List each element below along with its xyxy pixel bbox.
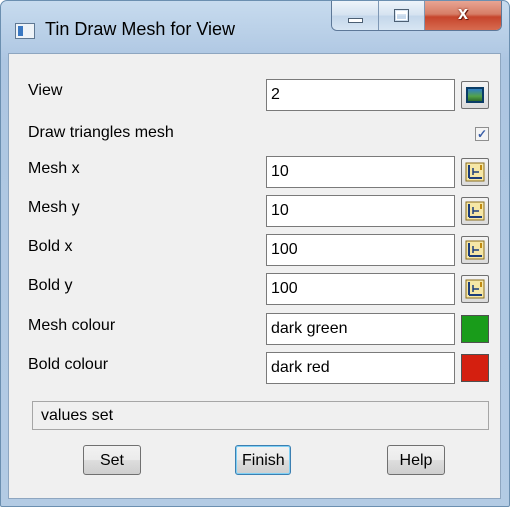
bold-x-label: Bold x (28, 238, 73, 255)
value-picker-icon (465, 162, 485, 182)
bold-y-label: Bold y (28, 277, 73, 294)
bold-x-picker-button[interactable] (461, 236, 489, 264)
mesh-x-picker-button[interactable] (461, 158, 489, 186)
caption-buttons: x (331, 1, 502, 31)
bold-y-input[interactable]: 100 (266, 273, 455, 305)
value-picker-icon (465, 201, 485, 221)
mesh-colour-input[interactable]: dark green (266, 313, 455, 345)
mesh-x-input[interactable]: 10 (266, 156, 455, 188)
draw-triangles-checkbox[interactable]: ✓ (475, 127, 489, 141)
minimize-icon (348, 18, 363, 23)
bold-colour-swatch-button[interactable] (461, 354, 489, 382)
window-title: Tin Draw Mesh for View (45, 19, 236, 39)
value-picker-icon (465, 279, 485, 299)
mesh-y-label: Mesh y (28, 199, 80, 216)
value-picker-icon (465, 240, 485, 260)
set-button[interactable]: Set (83, 445, 141, 475)
view-picker-icon (466, 87, 484, 103)
bold-y-picker-button[interactable] (461, 275, 489, 303)
status-bar: values set (32, 401, 489, 430)
view-picker-button[interactable] (461, 81, 489, 109)
mesh-y-input[interactable]: 10 (266, 195, 455, 227)
close-button[interactable]: x (425, 1, 501, 30)
mesh-y-picker-button[interactable] (461, 197, 489, 225)
finish-button[interactable]: Finish (235, 445, 291, 475)
maximize-button[interactable] (379, 1, 425, 30)
bold-colour-input[interactable]: dark red (266, 352, 455, 384)
help-button[interactable]: Help (387, 445, 445, 475)
bold-colour-label: Bold colour (28, 356, 109, 373)
bold-x-input[interactable]: 100 (266, 234, 455, 266)
app-icon (15, 23, 35, 39)
view-input[interactable]: 2 (266, 79, 455, 111)
title-bar[interactable]: Tin Draw Mesh for View x (1, 1, 509, 53)
mesh-colour-swatch-button[interactable] (461, 315, 489, 343)
dialog-body: View 2 Draw triangles mesh ✓ Mesh x 10 M… (8, 53, 501, 499)
draw-triangles-label: Draw triangles mesh (28, 124, 174, 141)
mesh-x-label: Mesh x (28, 160, 80, 177)
view-label: View (28, 82, 63, 99)
mesh-colour-label: Mesh colour (28, 317, 116, 334)
minimize-button[interactable] (332, 1, 379, 30)
close-icon: x (457, 3, 468, 23)
dialog-window: Tin Draw Mesh for View x View 2 Draw tri… (0, 0, 510, 507)
maximize-icon (394, 9, 409, 22)
